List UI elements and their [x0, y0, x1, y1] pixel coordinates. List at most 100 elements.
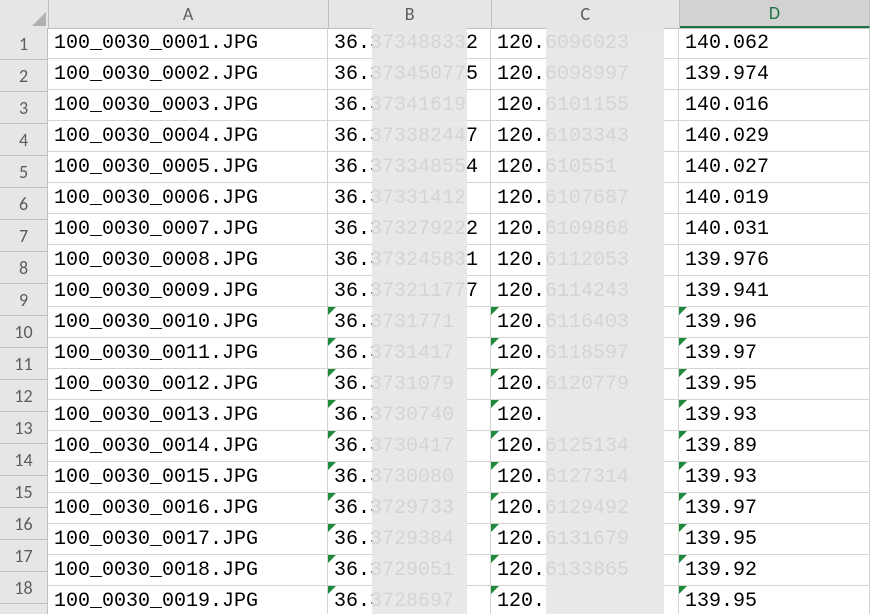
- row-header-10[interactable]: 10: [0, 316, 48, 348]
- row-header-13[interactable]: 13: [0, 412, 48, 444]
- row-header-1[interactable]: 1: [0, 28, 48, 60]
- cell-c9[interactable]: 120.6114243: [491, 276, 679, 307]
- cell-c11[interactable]: 120.6118597: [491, 338, 679, 369]
- column-header-b[interactable]: B: [329, 0, 492, 28]
- cell-a2[interactable]: 100_0030_0002.JPG: [48, 59, 328, 90]
- cell-c13[interactable]: 120.: [491, 400, 679, 431]
- cell-b2[interactable]: 36.373450775: [328, 59, 491, 90]
- cell-d8[interactable]: 139.976: [679, 245, 870, 276]
- cell-a3[interactable]: 100_0030_0003.JPG: [48, 90, 328, 121]
- cell-a7[interactable]: 100_0030_0007.JPG: [48, 214, 328, 245]
- cell-d4[interactable]: 140.029: [679, 121, 870, 152]
- cell-a14[interactable]: 100_0030_0014.JPG: [48, 431, 328, 462]
- cell-d3[interactable]: 140.016: [679, 90, 870, 121]
- cell-d16[interactable]: 139.97: [679, 493, 870, 524]
- cell-b7[interactable]: 36.373279222: [328, 214, 491, 245]
- row-header-4[interactable]: 4: [0, 124, 48, 156]
- row-header-17[interactable]: 17: [0, 540, 48, 572]
- cell-c1[interactable]: 120.6096023: [491, 28, 679, 59]
- cell-a9[interactable]: 100_0030_0009.JPG: [48, 276, 328, 307]
- cell-a4[interactable]: 100_0030_0004.JPG: [48, 121, 328, 152]
- cell-b16[interactable]: 36.3729733: [328, 493, 491, 524]
- cell-b19[interactable]: 36.3728697: [328, 586, 491, 614]
- cell-c18[interactable]: 120.6133865: [491, 555, 679, 586]
- cell-b3[interactable]: 36.37341619: [328, 90, 491, 121]
- cell-c5[interactable]: 120.610551: [491, 152, 679, 183]
- cell-a16[interactable]: 100_0030_0016.JPG: [48, 493, 328, 524]
- cell-d5[interactable]: 140.027: [679, 152, 870, 183]
- cell-a1[interactable]: 100_0030_0001.JPG: [48, 28, 328, 59]
- row-header-7[interactable]: 7: [0, 220, 48, 252]
- cell-b11[interactable]: 36.3731417: [328, 338, 491, 369]
- cell-a17[interactable]: 100_0030_0017.JPG: [48, 524, 328, 555]
- cell-b15[interactable]: 36.3730080: [328, 462, 491, 493]
- cell-d13[interactable]: 139.93: [679, 400, 870, 431]
- cell-b1[interactable]: 36.373488332: [328, 28, 491, 59]
- column-header-c[interactable]: C: [492, 0, 680, 28]
- cell-c7[interactable]: 120.6109868: [491, 214, 679, 245]
- cell-d6[interactable]: 140.019: [679, 183, 870, 214]
- cell-a13[interactable]: 100_0030_0013.JPG: [48, 400, 328, 431]
- cell-b9[interactable]: 36.373211777: [328, 276, 491, 307]
- row-header-2[interactable]: 2: [0, 60, 48, 92]
- row-header-5[interactable]: 5: [0, 156, 48, 188]
- cell-a8[interactable]: 100_0030_0008.JPG: [48, 245, 328, 276]
- row-header-16[interactable]: 16: [0, 508, 48, 540]
- cell-c14[interactable]: 120.6125134: [491, 431, 679, 462]
- cell-a10[interactable]: 100_0030_0010.JPG: [48, 307, 328, 338]
- row-header-15[interactable]: 15: [0, 476, 48, 508]
- row-header-6[interactable]: 6: [0, 188, 48, 220]
- cell-c6[interactable]: 120.6107687: [491, 183, 679, 214]
- cell-b18[interactable]: 36.3729051: [328, 555, 491, 586]
- cell-d11[interactable]: 139.97: [679, 338, 870, 369]
- cell-a11[interactable]: 100_0030_0011.JPG: [48, 338, 328, 369]
- cell-c2[interactable]: 120.6098997: [491, 59, 679, 90]
- cell-d17[interactable]: 139.95: [679, 524, 870, 555]
- cell-a5[interactable]: 100_0030_0005.JPG: [48, 152, 328, 183]
- cell-d9[interactable]: 139.941: [679, 276, 870, 307]
- cell-c16[interactable]: 120.6129492: [491, 493, 679, 524]
- cell-d10[interactable]: 139.96: [679, 307, 870, 338]
- row-header-9[interactable]: 9: [0, 284, 48, 316]
- cell-a6[interactable]: 100_0030_0006.JPG: [48, 183, 328, 214]
- cell-c4[interactable]: 120.6103343: [491, 121, 679, 152]
- row-header-8[interactable]: 8: [0, 252, 48, 284]
- cell-d1[interactable]: 140.062: [679, 28, 870, 59]
- cell-a19[interactable]: 100_0030_0019.JPG: [48, 586, 328, 614]
- cell-a15[interactable]: 100_0030_0015.JPG: [48, 462, 328, 493]
- row-header-19[interactable]: 19: [0, 604, 48, 614]
- row-header-3[interactable]: 3: [0, 92, 48, 124]
- cell-b17[interactable]: 36.3729384: [328, 524, 491, 555]
- cell-d15[interactable]: 139.93: [679, 462, 870, 493]
- cell-c10[interactable]: 120.6116403: [491, 307, 679, 338]
- column-header-d[interactable]: D: [680, 0, 870, 28]
- column-header-a[interactable]: A: [49, 0, 329, 28]
- cell-c3[interactable]: 120.6101155: [491, 90, 679, 121]
- row-header-11[interactable]: 11: [0, 348, 48, 380]
- cell-c17[interactable]: 120.6131679: [491, 524, 679, 555]
- select-all-corner[interactable]: [0, 0, 49, 28]
- row-header-18[interactable]: 18: [0, 572, 48, 604]
- cell-b13[interactable]: 36.3730740: [328, 400, 491, 431]
- cell-d7[interactable]: 140.031: [679, 214, 870, 245]
- cell-b8[interactable]: 36.373245831: [328, 245, 491, 276]
- cell-b10[interactable]: 36.3731771: [328, 307, 491, 338]
- cell-b6[interactable]: 36.37331412: [328, 183, 491, 214]
- cell-d18[interactable]: 139.92: [679, 555, 870, 586]
- row-header-14[interactable]: 14: [0, 444, 48, 476]
- cell-c19[interactable]: 120.: [491, 586, 679, 614]
- cell-a12[interactable]: 100_0030_0012.JPG: [48, 369, 328, 400]
- cell-c8[interactable]: 120.6112053: [491, 245, 679, 276]
- cell-c12[interactable]: 120.6120779: [491, 369, 679, 400]
- cell-b4[interactable]: 36.373382447: [328, 121, 491, 152]
- cell-d14[interactable]: 139.89: [679, 431, 870, 462]
- cell-a18[interactable]: 100_0030_0018.JPG: [48, 555, 328, 586]
- cell-c15[interactable]: 120.6127314: [491, 462, 679, 493]
- cell-d2[interactable]: 139.974: [679, 59, 870, 90]
- cell-b5[interactable]: 36.373348554: [328, 152, 491, 183]
- cell-d12[interactable]: 139.95: [679, 369, 870, 400]
- cell-b12[interactable]: 36.3731079: [328, 369, 491, 400]
- cell-b14[interactable]: 36.3730417: [328, 431, 491, 462]
- cell-d19[interactable]: 139.95: [679, 586, 870, 614]
- row-header-12[interactable]: 12: [0, 380, 48, 412]
